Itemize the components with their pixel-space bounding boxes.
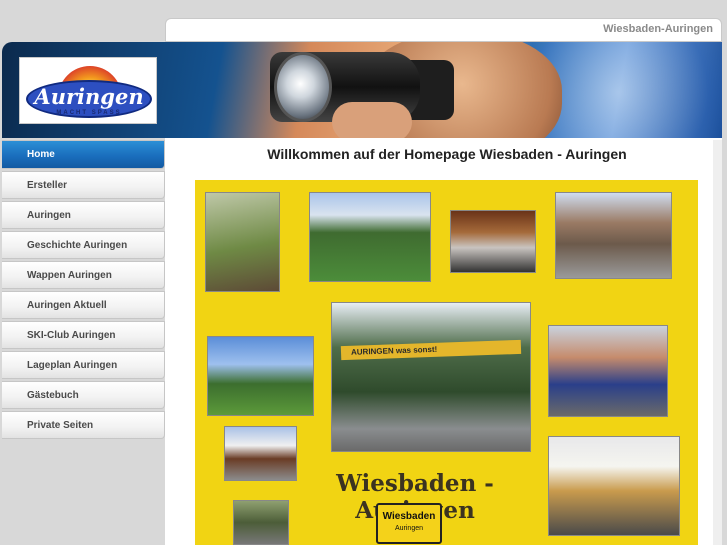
nav-item-geschichte-auringen[interactable]: Geschichte Auringen — [2, 231, 165, 259]
logo-subtext: MACHT SPASS — [56, 110, 122, 116]
sign-district: Auringen — [394, 525, 424, 532]
collage-photo-memorial — [207, 336, 314, 416]
nav-item-home[interactable]: Home — [2, 140, 165, 169]
top-bar: Wiesbaden-Auringen — [165, 18, 722, 42]
collage-photo-festival-crowd — [450, 210, 536, 273]
lens-glass-image — [274, 52, 332, 122]
nav-item-gaestebuch[interactable]: Gästebuch — [2, 381, 165, 409]
collage-photo-sports-field — [309, 192, 431, 282]
collage-photo-half-timbered-houses — [548, 436, 680, 536]
scrollbar[interactable] — [713, 140, 722, 545]
nav-item-ersteller[interactable]: Ersteller — [2, 171, 165, 199]
sign-city: Wiesbaden — [382, 511, 436, 522]
nav-item-wappen-auringen[interactable]: Wappen Auringen — [2, 261, 165, 289]
site-logo[interactable]: Auringen MACHT SPASS — [19, 57, 157, 124]
collage-photo-street-parade — [555, 192, 672, 279]
hand-image — [332, 102, 412, 138]
sidebar-nav: Home Ersteller Auringen Geschichte Aurin… — [2, 140, 165, 441]
collage-photo-house-garden — [205, 192, 280, 292]
collage-photo-village-center — [331, 302, 531, 452]
photo-collage: AURINGEN was sonst! Wiesbaden - Auringen… — [195, 180, 698, 545]
site-name: Wiesbaden-Auringen — [603, 23, 713, 35]
collage-photo-procession — [233, 500, 289, 545]
collage-photo-half-timbered-street — [224, 426, 297, 481]
nav-item-private-seiten[interactable]: Private Seiten — [2, 411, 165, 439]
page-title: Willkommen auf der Homepage Wiesbaden - … — [267, 146, 627, 162]
nav-item-lageplan-auringen[interactable]: Lageplan Auringen — [2, 351, 165, 379]
collage-photo-marching-band — [548, 325, 668, 417]
town-sign: Wiesbaden Auringen — [376, 503, 442, 544]
logo-text: Auringen — [34, 84, 144, 109]
nav-item-auringen-aktuell[interactable]: Auringen Aktuell — [2, 291, 165, 319]
nav-item-ski-club-auringen[interactable]: SKI-Club Auringen — [2, 321, 165, 349]
nav-item-auringen[interactable]: Auringen — [2, 201, 165, 229]
